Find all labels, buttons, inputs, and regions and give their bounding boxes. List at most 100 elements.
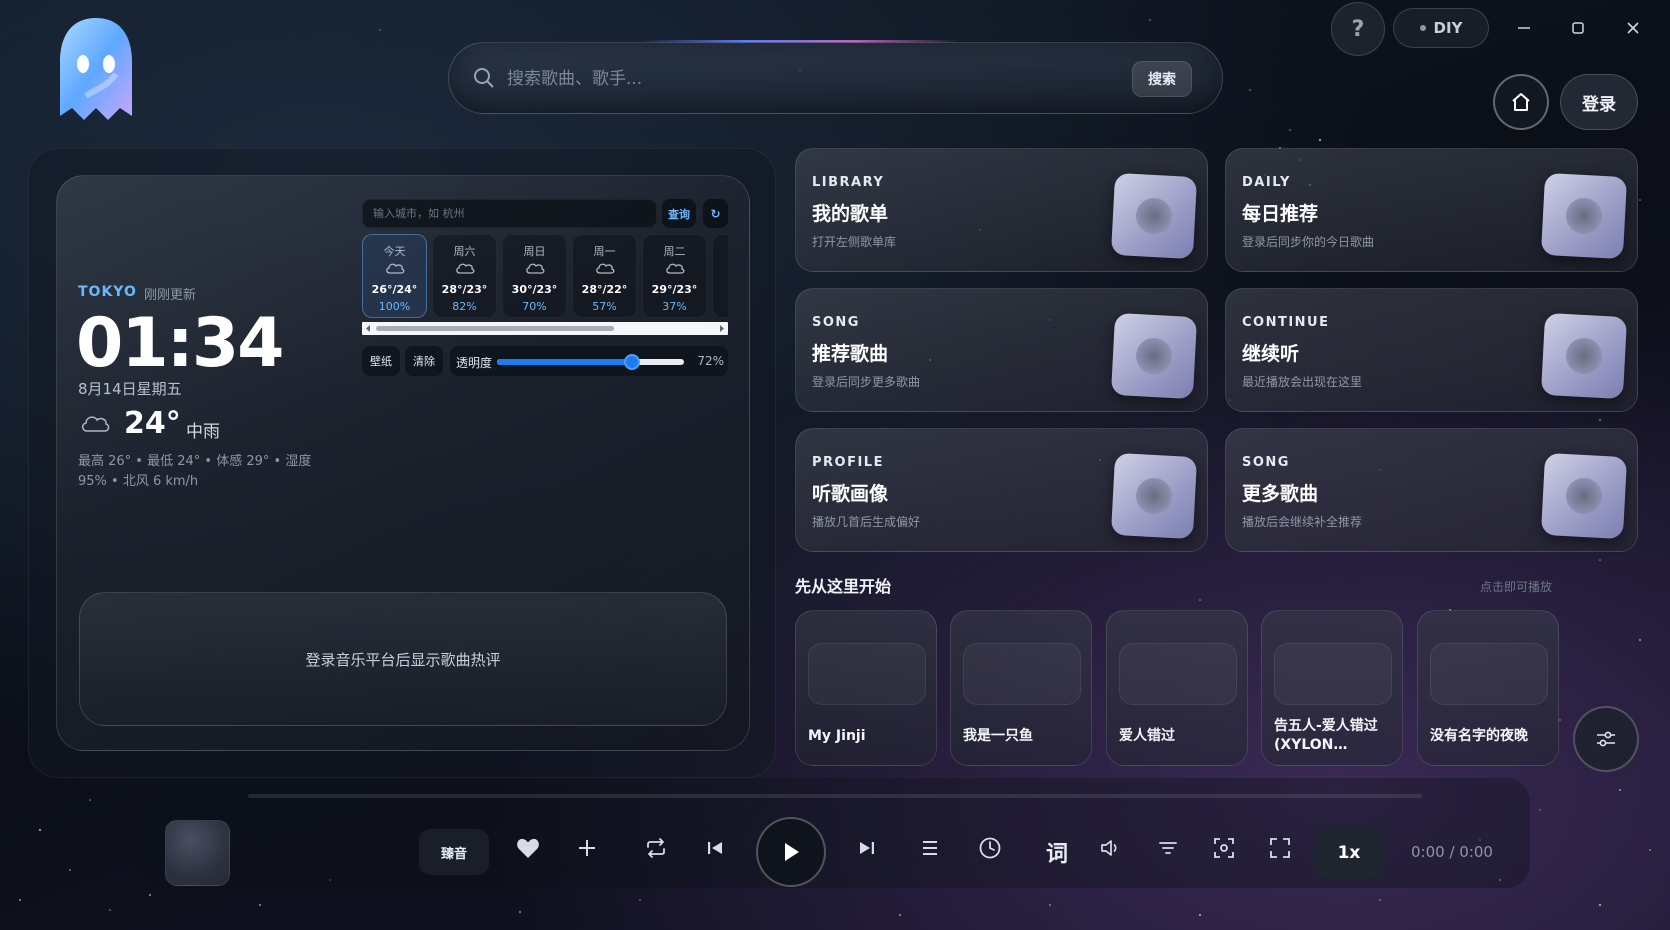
disc-icon (1110, 452, 1198, 540)
feature-card-library[interactable]: LIBRARY 我的歌单 打开左侧歌单库 (795, 148, 1208, 272)
forecast-humidity: 70% (522, 300, 547, 313)
card-tag: SONG (812, 315, 860, 330)
disc-icon (1540, 452, 1628, 540)
song-art (1430, 643, 1548, 705)
play-icon (785, 843, 799, 861)
add-to-playlist-button[interactable] (567, 828, 607, 868)
diy-button[interactable]: DIY (1393, 8, 1489, 48)
next-button[interactable] (847, 828, 887, 868)
settings-toggle-button[interactable] (1573, 706, 1639, 772)
cloud-icon (81, 416, 110, 432)
cloud-icon (596, 263, 615, 274)
card-tag: PROFILE (812, 455, 884, 470)
feature-card-continue[interactable]: CONTINUE 继续听 最近播放会出现在这里 (1225, 288, 1638, 412)
previous-button[interactable] (695, 828, 735, 868)
search-button[interactable]: 搜索 (1132, 61, 1192, 97)
city-input[interactable] (362, 199, 657, 228)
opacity-knob[interactable] (623, 354, 640, 370)
song-title: 没有名字的夜晚 (1430, 728, 1528, 744)
opacity-label: 透明度 (456, 356, 493, 370)
sleep-timer-button[interactable] (970, 828, 1010, 868)
plus-icon (579, 840, 595, 856)
opacity-slider[interactable] (497, 354, 684, 370)
playback-speed-button[interactable]: 1x (1313, 828, 1385, 878)
equalizer-button[interactable] (1148, 828, 1188, 868)
maximize-button[interactable] (1564, 14, 1592, 42)
scroll-left-icon (366, 325, 370, 332)
refresh-button[interactable]: ↻ (703, 199, 728, 228)
feature-card-recommend[interactable]: SONG 推荐歌曲 登录后同步更多歌曲 (795, 288, 1208, 412)
card-title: 听歌画像 (812, 483, 889, 505)
clock: 01:34 (76, 304, 284, 383)
clear-button[interactable]: 清除 (405, 346, 443, 376)
feature-card-profile[interactable]: PROFILE 听歌画像 播放几首后生成偏好 (795, 428, 1208, 552)
forecast-day-partial (712, 234, 728, 318)
repeat-icon (647, 838, 665, 858)
feature-card-more[interactable]: SONG 更多歌曲 播放后会继续补全推荐 (1225, 428, 1638, 552)
status-dot (1419, 25, 1426, 31)
query-button[interactable]: 查询 (662, 199, 696, 228)
fullscreen-button[interactable] (1260, 828, 1300, 868)
song-card[interactable]: 告五人-爱人错过 (XYLON… (1261, 610, 1403, 766)
forecast-day-name: 周六 (453, 245, 476, 258)
skip-next-icon (860, 842, 874, 854)
song-card[interactable]: 爱人错过 (1106, 610, 1248, 766)
song-art (1274, 643, 1392, 705)
lyrics-button[interactable]: 词 (1039, 834, 1075, 870)
play-button[interactable] (756, 817, 826, 887)
album-cover[interactable] (165, 820, 230, 886)
hot-comments: 登录音乐平台后显示歌曲热评 (79, 592, 727, 726)
song-title: 我是一只鱼 (963, 728, 1033, 744)
screenshot-button[interactable] (1204, 828, 1244, 868)
progress-bar[interactable] (248, 794, 1422, 798)
disc-icon (1540, 312, 1628, 400)
search-input[interactable] (507, 61, 1067, 97)
song-art (808, 643, 926, 705)
login-button[interactable]: 登录 (1560, 74, 1638, 130)
disc-icon (1110, 312, 1198, 400)
card-subtitle: 最近播放会出现在这里 (1242, 375, 1363, 389)
home-button[interactable] (1493, 74, 1549, 130)
card-title: 更多歌曲 (1242, 483, 1319, 505)
opacity-value: 72% (697, 354, 724, 368)
playlist-button[interactable] (910, 828, 950, 868)
song-title: 爱人错过 (1119, 728, 1175, 744)
card-tag: SONG (1242, 455, 1290, 470)
disc-icon (1540, 172, 1628, 260)
card-title: 每日推荐 (1242, 203, 1319, 225)
cloud-icon (666, 263, 685, 274)
weather-condition: 中雨 (186, 422, 220, 442)
card-subtitle: 播放几首后生成偏好 (812, 515, 921, 529)
quality-button[interactable]: 臻音 (419, 829, 489, 875)
focus-icon (1214, 838, 1234, 858)
song-card[interactable]: 我是一只鱼 (950, 610, 1092, 766)
wallpaper-button[interactable]: 壁纸 (362, 346, 400, 376)
forecast-humidity: 37% (662, 300, 687, 313)
volume-button[interactable] (1091, 828, 1131, 868)
forecast-temp: 28°/23° (441, 283, 488, 296)
scroll-thumb[interactable] (376, 326, 614, 331)
close-button[interactable] (1619, 14, 1647, 42)
repeat-button[interactable] (636, 828, 676, 868)
feature-card-daily[interactable]: DAILY 每日推荐 登录后同步你的今日歌曲 (1225, 148, 1638, 272)
volume-icon (1101, 840, 1117, 856)
forecast-day-name: 今天 (383, 245, 406, 258)
forecast-strip[interactable]: 今天 26°/24° 100% 周六 28°/23° 82% 周日 30°/23… (362, 234, 728, 318)
song-card[interactable]: My Jinji (795, 610, 937, 766)
song-title: My Jinji (808, 728, 866, 744)
help-button[interactable]: ? (1331, 2, 1385, 56)
card-subtitle: 登录后同步更多歌曲 (812, 375, 921, 389)
like-button[interactable] (508, 828, 548, 868)
section-title: 先从这里开始 (795, 577, 892, 596)
forecast-day: 周二 29°/23° 37% (642, 234, 707, 318)
card-tag: DAILY (1242, 175, 1291, 190)
song-card[interactable]: 没有名字的夜晚 (1417, 610, 1559, 766)
date: 8月14日星期五 (78, 380, 182, 398)
forecast-day-name: 周二 (663, 245, 686, 258)
minimize-button[interactable] (1510, 14, 1538, 42)
section-hint: 点击即可播放 (1480, 580, 1553, 594)
forecast-scrollbar[interactable] (362, 322, 728, 335)
card-subtitle: 播放后会继续补全推荐 (1242, 515, 1363, 529)
minimize-icon (1518, 27, 1530, 29)
card-title: 我的歌单 (812, 203, 889, 225)
